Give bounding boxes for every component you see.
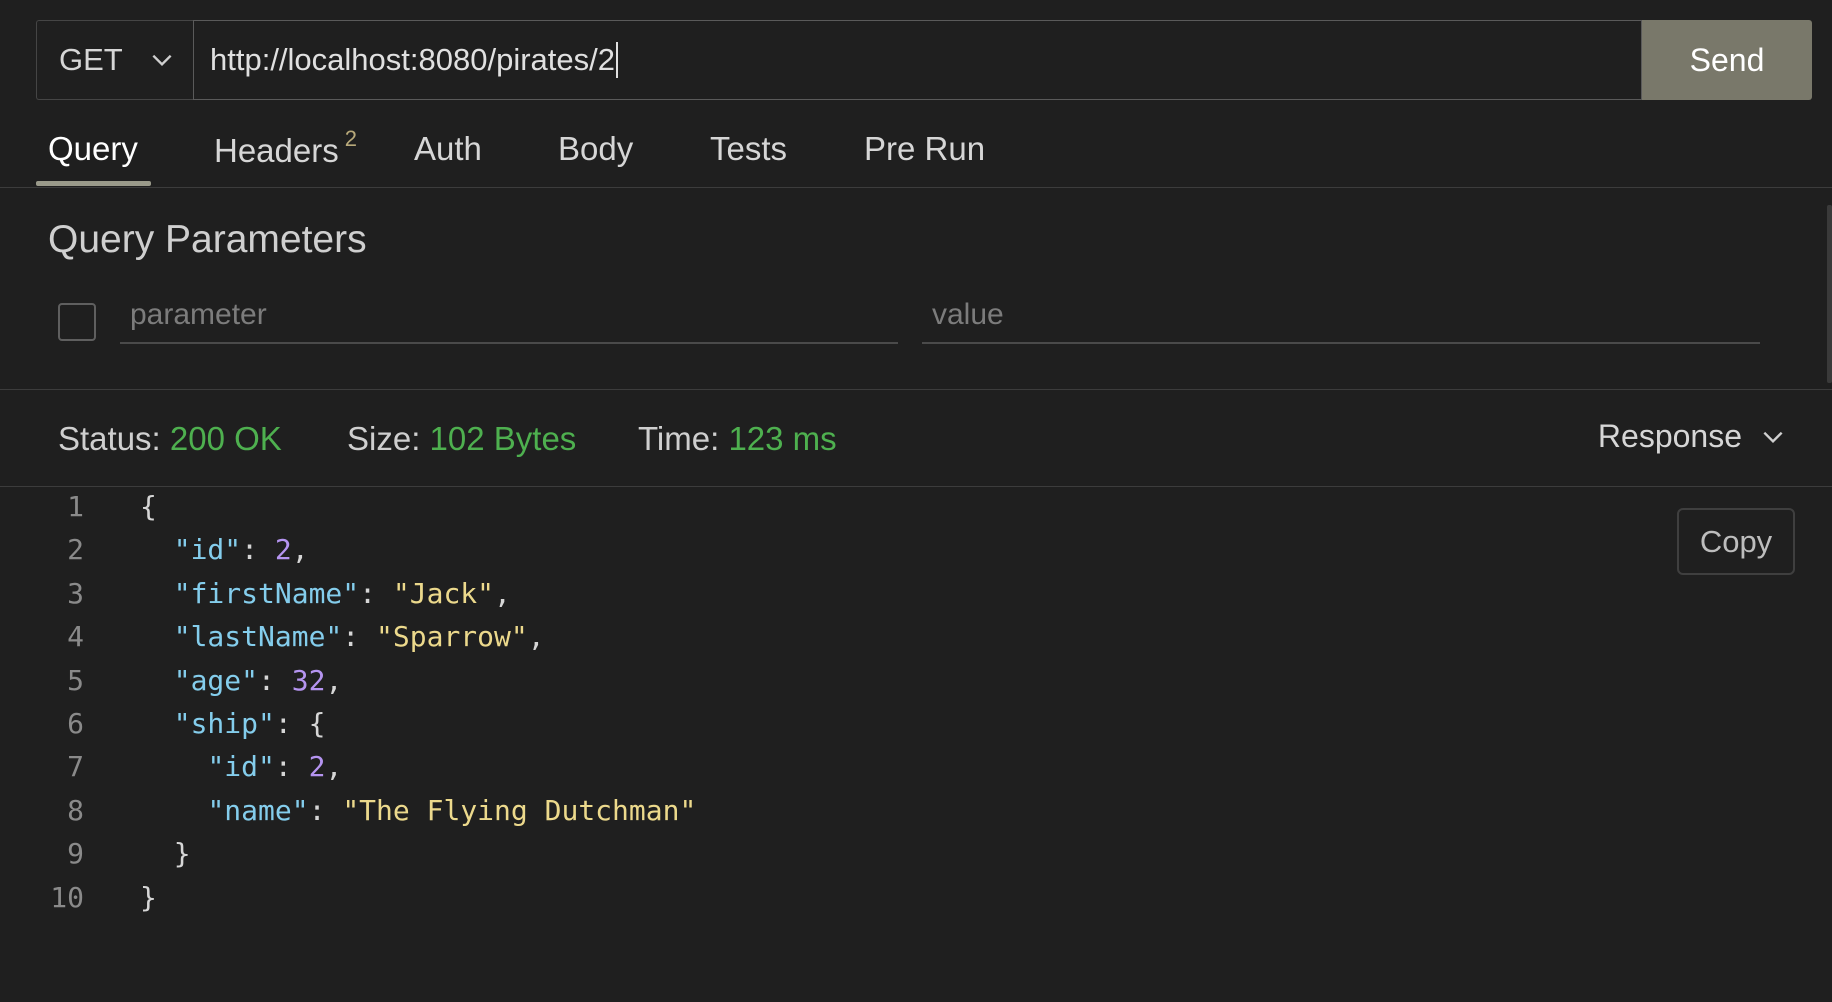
size-label: Size: — [347, 420, 421, 457]
chevron-down-icon — [1763, 431, 1783, 443]
code-content: } — [173, 837, 191, 871]
time-value: 123 ms — [728, 420, 837, 457]
tab-label: Body — [558, 130, 634, 167]
tab-tests[interactable]: Tests — [710, 130, 787, 168]
response-body-editor[interactable]: 1 {2 "id": 2, 3 "firstName": "Jack", 4 "las… — [0, 488, 1832, 1002]
size-stat: Size: 102 Bytes — [347, 420, 576, 458]
param-enabled-checkbox[interactable] — [58, 303, 96, 341]
line-number: 3 — [67, 576, 84, 610]
text-caret — [615, 42, 618, 78]
request-tabs: Query Headers 2 Auth Body Tests Pre Run — [0, 120, 1832, 188]
request-bar: GET http://localhost:8080/pirates/2 Send — [36, 20, 1812, 100]
chevron-down-icon — [152, 54, 172, 67]
send-button[interactable]: Send — [1642, 20, 1812, 100]
code-content: "age": 32, — [173, 663, 343, 697]
line-number: 10 — [50, 880, 84, 914]
code-content: } — [140, 880, 157, 914]
line-number: 2 — [67, 533, 84, 567]
code-content: "lastName": "Sparrow", — [173, 620, 545, 654]
method-label: GET — [59, 42, 123, 77]
code-content: "id": 2, — [207, 750, 343, 784]
size-value: 102 Bytes — [429, 420, 577, 457]
parameter-input[interactable] — [120, 288, 898, 344]
url-input[interactable]: http://localhost:8080/pirates/2 — [193, 20, 1642, 100]
tab-label: Headers — [214, 132, 339, 169]
tab-label: Pre Run — [864, 130, 986, 167]
tab-label: Query — [48, 130, 138, 167]
query-parameters-title: Query Parameters — [48, 218, 367, 261]
line-number: 6 — [67, 707, 84, 740]
value-input[interactable] — [922, 288, 1760, 344]
line-number: 8 — [67, 793, 84, 827]
status-label: Status: — [58, 420, 161, 457]
line-number: 7 — [67, 750, 84, 784]
response-view-select[interactable]: Response — [1598, 418, 1786, 455]
time-stat: Time: 123 ms — [638, 420, 837, 458]
tab-pre-run[interactable]: Pre Run — [864, 130, 985, 168]
status-value: 200 OK — [169, 420, 282, 457]
line-number: 4 — [67, 620, 84, 654]
time-label: Time: — [638, 420, 720, 457]
response-view-label: Response — [1597, 418, 1742, 454]
code-content: "ship": { — [173, 707, 326, 740]
tab-headers[interactable]: Headers 2 — [214, 126, 357, 170]
tab-body[interactable]: Body — [558, 130, 633, 168]
code-content: { — [140, 490, 157, 523]
line-number: 5 — [67, 663, 84, 697]
url-text: http://localhost:8080/pirates/2 — [210, 42, 615, 77]
code-content: "id": 2, — [173, 533, 309, 567]
tab-auth[interactable]: Auth — [414, 130, 482, 168]
code-content: "firstName": "Jack", — [173, 576, 511, 610]
tab-label: Auth — [414, 130, 482, 167]
method-select[interactable]: GET — [36, 20, 193, 100]
active-tab-indicator — [36, 181, 151, 186]
line-number: 1 — [67, 490, 84, 523]
line-number: 9 — [67, 837, 84, 871]
vertical-scrollbar[interactable] — [1827, 205, 1832, 383]
status-stat: Status: 200 OK — [58, 420, 282, 458]
response-status-bar: Status: 200 OK Size: 102 Bytes Time: 123… — [0, 390, 1832, 487]
tab-query[interactable]: Query — [48, 130, 138, 168]
tab-label: Tests — [710, 130, 788, 167]
code-content: "name": "The Flying Dutchman" — [207, 793, 697, 827]
copy-button[interactable]: Copy — [1677, 508, 1795, 575]
query-parameters-panel: Query Parameters — [0, 188, 1832, 390]
headers-count-badge: 2 — [344, 126, 357, 151]
